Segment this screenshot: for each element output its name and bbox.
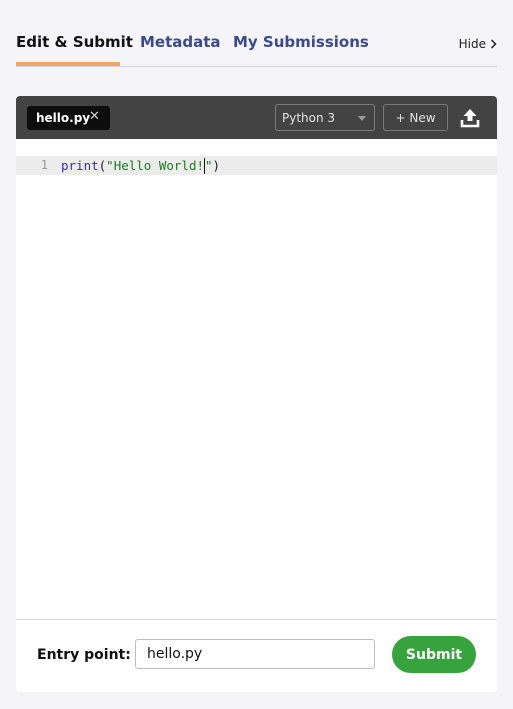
code-line[interactable]: 1 print("Hello World!") (16, 156, 497, 175)
chevron-down-icon (358, 116, 366, 121)
code-string-end: " (205, 158, 213, 173)
language-selected-value: Python 3 (282, 110, 336, 125)
submit-footer: Entry point: Submit (16, 619, 497, 692)
tab-metadata[interactable]: Metadata (140, 33, 221, 51)
tab-edit-submit[interactable]: Edit & Submit (16, 33, 133, 51)
entry-point-label: Entry point: (37, 647, 131, 663)
tab-bar: Edit & Submit Metadata My Submissions Hi… (16, 0, 497, 67)
hide-label: Hide (458, 37, 486, 51)
hide-panel-link[interactable]: Hide (459, 37, 497, 51)
code-editor: hello.py ✕ Python 3 + New 1 print("Hello… (16, 96, 497, 692)
entry-point-input[interactable] (135, 639, 375, 669)
active-tab-underline (16, 62, 120, 66)
tab-my-submissions[interactable]: My Submissions (233, 33, 369, 51)
chevron-right-icon (490, 39, 497, 49)
code-string-start: "Hello World! (106, 158, 205, 173)
file-tab-label: hello.py (36, 111, 91, 125)
file-tab-hello-py[interactable]: hello.py ✕ (27, 106, 110, 130)
code-text[interactable]: print("Hello World!") (61, 156, 220, 175)
language-select[interactable]: Python 3 (275, 104, 375, 131)
upload-icon[interactable] (458, 106, 482, 130)
editor-toolbar: hello.py ✕ Python 3 + New (16, 96, 497, 139)
new-file-label: + New (395, 110, 436, 125)
submit-button[interactable]: Submit (392, 636, 476, 673)
code-area[interactable]: 1 print("Hello World!") (16, 139, 497, 619)
line-number: 1 (16, 156, 56, 175)
close-icon[interactable]: ✕ (89, 109, 100, 124)
code-keyword: print (61, 158, 99, 173)
code-close-paren: ) (212, 158, 221, 173)
new-file-button[interactable]: + New (383, 104, 448, 131)
